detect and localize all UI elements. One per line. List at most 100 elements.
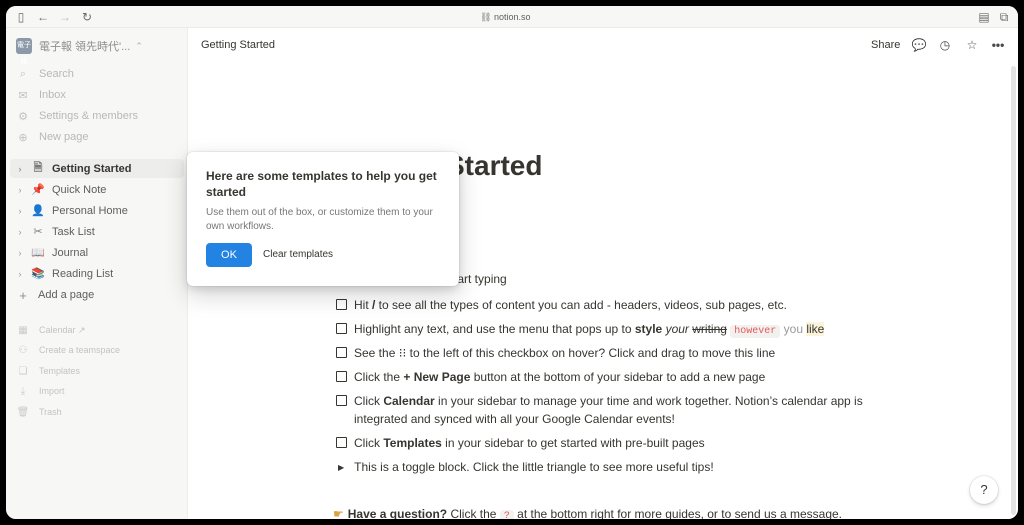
sidebar-item-label: Import xyxy=(39,386,65,396)
todo-text[interactable]: Hit / to see all the types of content yo… xyxy=(354,296,876,314)
scissors-icon: ✂ xyxy=(33,226,43,238)
more-icon[interactable]: ••• xyxy=(990,37,1006,53)
todo-item: Click Templates in your sidebar to get s… xyxy=(336,434,876,452)
sidebar-item-settings[interactable]: ⚙ Settings & members xyxy=(16,107,138,125)
checkbox[interactable] xyxy=(336,371,347,382)
sidebar-item-trash[interactable]: 🗑 Trash xyxy=(16,404,62,420)
plus-icon: + xyxy=(19,287,27,303)
sidebar-page-quick-note[interactable]: › 📌 Quick Note xyxy=(10,180,184,199)
checkbox[interactable] xyxy=(336,323,347,334)
chevron-right-icon[interactable]: › xyxy=(14,206,26,216)
workspace-name: 電子報 領先時代'... xyxy=(39,41,131,53)
sidebar-toggle-icon[interactable]: ▯ xyxy=(14,10,28,24)
reader-icon[interactable]: ▤ xyxy=(977,10,991,24)
url-text: notion.so xyxy=(494,12,531,22)
page-title[interactable]: Started xyxy=(446,150,542,182)
sidebar-page-label: Personal Home xyxy=(52,204,128,217)
teamspace-icon: ⚇ xyxy=(18,344,28,356)
sidebar-page-label: Quick Note xyxy=(52,183,107,196)
sidebar-page-getting-started[interactable]: › 🗎 Getting Started xyxy=(10,159,184,178)
scrollbar[interactable] xyxy=(1011,66,1016,515)
sidebar-item-import[interactable]: ⤓ Import xyxy=(16,383,65,399)
checkbox[interactable] xyxy=(336,395,347,406)
inbox-icon: ✉ xyxy=(18,89,28,102)
chevron-right-icon[interactable]: › xyxy=(14,248,26,258)
sidebar-item-new-page[interactable]: ⊕ New page xyxy=(16,128,89,146)
todo-text[interactable]: Click Calendar in your sidebar to manage… xyxy=(354,392,876,428)
sidebar-page-journal[interactable]: › 📖 Journal xyxy=(10,243,184,262)
page-content: Started l just start typing Hit / to see… xyxy=(188,62,1018,519)
chevron-right-icon[interactable]: › xyxy=(14,227,26,237)
add-page-label: Add a page xyxy=(38,289,95,301)
todo-item: Click Calendar in your sidebar to manage… xyxy=(336,392,876,428)
todo-text[interactable]: See the ⁝⁝ to the left of this checkbox … xyxy=(354,344,876,362)
templates-icon: ❏ xyxy=(18,365,28,377)
clock-icon[interactable]: ◷ xyxy=(937,37,953,53)
import-icon: ⤓ xyxy=(20,385,26,397)
sidebar: 電子報 電子報 領先時代'... ⌃ ⌕ Search ✉ Inbox ⚙ Se… xyxy=(6,28,188,519)
help-button[interactable]: ? xyxy=(970,476,998,504)
star-icon[interactable]: ☆ xyxy=(964,37,980,53)
workspace-switcher[interactable]: 電子報 電子報 領先時代'... ⌃ xyxy=(16,36,143,65)
todo-item: Highlight any text, and use the menu tha… xyxy=(336,320,876,341)
sidebar-item-label: Search xyxy=(39,68,74,80)
sidebar-item-label: Settings & members xyxy=(39,110,139,122)
comment-icon[interactable]: 💬 xyxy=(911,37,927,53)
todo-text[interactable]: Click the + New Page button at the botto… xyxy=(354,368,876,386)
chevron-right-icon[interactable]: › xyxy=(14,269,26,279)
sidebar-item-label: Calendar ↗ xyxy=(39,324,86,335)
add-page-button[interactable]: + Add a page xyxy=(16,286,94,304)
toggle-text: This is a toggle block. Click the little… xyxy=(354,460,714,474)
sidebar-item-calendar[interactable]: ▦ Calendar ↗ xyxy=(16,322,86,338)
clear-templates-button[interactable]: Clear templates xyxy=(263,243,333,267)
sidebar-item-create-teamspace[interactable]: ⚇ Create a teamspace xyxy=(16,342,121,358)
popup-description: Use them out of the box, or customize th… xyxy=(206,207,433,232)
checkbox[interactable] xyxy=(336,347,347,358)
search-icon: ⌕ xyxy=(19,67,27,80)
checkbox[interactable] xyxy=(336,437,347,448)
share-button[interactable]: Share xyxy=(871,39,900,51)
sidebar-page-personal-home[interactable]: › 👤 Personal Home xyxy=(10,201,184,220)
forward-icon[interactable]: → xyxy=(58,10,72,24)
back-icon[interactable]: ← xyxy=(36,10,50,24)
page-topbar: Getting Started Share 💬 ◷ ☆ ••• xyxy=(188,28,1018,62)
address-bar[interactable]: ⛓ notion.so xyxy=(480,10,531,24)
reload-icon[interactable]: ↻ xyxy=(80,10,94,24)
todo-item: Click the + New Page button at the botto… xyxy=(336,368,876,386)
gear-icon: ⚙ xyxy=(18,110,28,123)
link-icon: ⛓ xyxy=(480,12,492,22)
book-icon: 📖 xyxy=(31,247,45,259)
sidebar-item-label: Templates xyxy=(39,366,81,376)
todo-item: Hit / to see all the types of content yo… xyxy=(336,296,876,314)
sidebar-page-label: Journal xyxy=(52,246,89,259)
sidebar-item-label: Trash xyxy=(39,407,62,417)
chevron-updown-icon: ⌃ xyxy=(135,40,143,51)
sidebar-item-templates[interactable]: ❏ Templates xyxy=(16,363,81,379)
person-icon: 👤 xyxy=(31,205,45,217)
sidebar-page-task-list[interactable]: › ✂ Task List xyxy=(10,222,184,241)
checkbox[interactable] xyxy=(336,299,347,310)
browser-window: ▯ ← → ↻ ⛓ notion.so ▤ ⧉ 電子報 電子報 領先時代'... … xyxy=(6,6,1018,519)
page-icon: 🗎 xyxy=(33,162,43,174)
todo-text[interactable]: Click Templates in your sidebar to get s… xyxy=(354,434,876,452)
chevron-right-icon[interactable]: › xyxy=(14,185,26,195)
sidebar-item-label: New page xyxy=(39,131,89,143)
todo-item: See the ⁝⁝ to the left of this checkbox … xyxy=(336,344,876,362)
pointing-hand-icon: ☛ xyxy=(333,507,344,519)
tabs-icon[interactable]: ⧉ xyxy=(997,10,1011,24)
sidebar-item-inbox[interactable]: ✉ Inbox xyxy=(16,86,66,104)
todo-text[interactable]: Highlight any text, and use the menu tha… xyxy=(354,320,876,341)
triangle-right-icon[interactable]: ▶ xyxy=(338,463,344,472)
browser-toolbar: ▯ ← → ↻ ⛓ notion.so ▤ ⧉ xyxy=(6,6,1018,28)
sidebar-page-label: Task List xyxy=(52,225,95,238)
sidebar-item-search[interactable]: ⌕ Search xyxy=(16,65,74,83)
pushpin-icon: 📌 xyxy=(31,184,45,196)
breadcrumb[interactable]: Getting Started xyxy=(201,39,275,51)
sidebar-page-reading-list[interactable]: › 📚 Reading List xyxy=(10,264,184,283)
plus-circle-icon: ⊕ xyxy=(18,131,28,144)
ok-button[interactable]: OK xyxy=(206,243,252,267)
toggle-block[interactable]: ▶ This is a toggle block. Click the litt… xyxy=(338,460,714,474)
chevron-right-icon[interactable]: › xyxy=(14,164,26,174)
callout-question[interactable]: ☛ Have a question? Click the ? at the bot… xyxy=(333,507,842,519)
templates-popup: Here are some templates to help you get … xyxy=(187,152,459,286)
